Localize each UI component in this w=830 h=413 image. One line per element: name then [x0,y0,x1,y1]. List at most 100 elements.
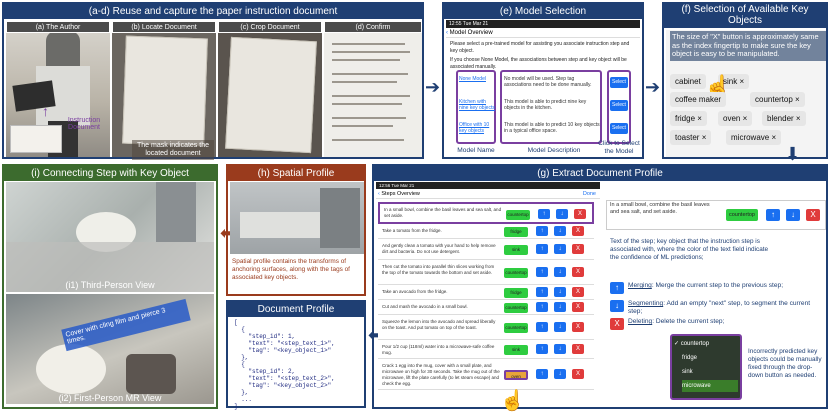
select-button-0[interactable]: Select [610,77,628,88]
close-icon[interactable]: × [739,77,744,86]
zoom-merge-button[interactable]: ↑ [766,209,780,221]
merge-button[interactable]: ↑ [536,322,548,332]
step-text[interactable]: Pour 1/2 cup (118ml) water into a microw… [382,344,500,356]
step-tag-field[interactable]: countertop [506,210,530,220]
back-chevron-icon[interactable]: ‹ [378,191,380,197]
step-text[interactable]: Then cut the tomato into parallel thin s… [382,264,500,276]
delete-button[interactable]: X [574,209,586,219]
merge-button[interactable]: ↑ [536,244,548,254]
close-icon[interactable]: × [771,133,776,142]
close-icon[interactable]: × [702,133,707,142]
step-tag-field[interactable]: oven [504,370,528,380]
tag-oven[interactable]: oven × [718,111,753,126]
merge-button[interactable]: ↑ [536,344,548,354]
merge-button[interactable]: ↑ [536,369,548,379]
step-tag-field[interactable]: sink [504,245,528,255]
mask-caption: The mask indicates the located document [132,140,214,160]
delete-button[interactable]: X [572,267,584,277]
step-text[interactable]: Squeeze the lemon into the avocado and s… [382,319,500,331]
delete-button[interactable]: X [572,369,584,379]
tag-cabinet[interactable]: cabinet [670,74,706,89]
merge-button[interactable]: ↑ [536,302,548,312]
tag-fridge[interactable]: fridge × [670,111,707,126]
hand-pointer-icon: ☝ [500,390,525,412]
close-icon[interactable]: × [697,114,702,123]
connecting-title: (i) Connecting Step with Key Object [4,166,216,181]
check-icon: ✓ [674,341,681,347]
delete-button[interactable]: X [572,344,584,354]
step-text[interactable]: Take an avocado from the fridge. [382,289,500,295]
close-icon[interactable]: × [743,114,748,123]
step-text[interactable]: Crack 1 egg into the mug, cover with a s… [382,363,500,387]
model-desc-2: This model is able to predict 10 key obj… [504,122,600,134]
model-name-2[interactable]: Office with 10 key objects [459,122,495,134]
segment-button[interactable]: ↓ [554,267,566,277]
step-text[interactable]: In a small bowl, combine the basil leave… [384,207,502,219]
step-tag-field[interactable]: countertop [504,268,528,278]
arrow-down-icon: ⬇ [785,144,801,164]
merge-button[interactable]: ↑ [536,287,548,297]
segment-button[interactable]: ↓ [554,369,566,379]
tag-toaster[interactable]: toaster × [670,130,712,145]
extract-title: (g) Extract Document Profile [374,166,826,181]
connecting-panel: (i) Connecting Step with Key Object (i1)… [2,164,218,409]
step-tag-field[interactable]: fridge [504,288,528,298]
spatial-title: (h) Spatial Profile [228,166,364,181]
step-row: In a small bowl, combine the basil leave… [378,202,594,224]
segment-button[interactable]: ↓ [554,287,566,297]
step-tag-field[interactable]: countertop [504,303,528,313]
zoom-tag-field[interactable]: countertop [726,209,758,221]
model-desc-1: This model is able to predict nine key o… [504,99,587,111]
dropdown-item-microwave[interactable]: microwave [682,380,738,392]
spatial-photo [230,182,364,254]
step-text[interactable]: Take a tomato from the fridge. [382,228,500,234]
segment-button[interactable]: ↓ [554,344,566,354]
zoom-delete-button[interactable]: X [806,209,820,221]
dropdown-item-sink[interactable]: sink [682,366,738,378]
zoom-step-text[interactable]: In a small bowl, combine the basil leave… [610,202,720,216]
model-name-label: Model Name [457,147,495,154]
step-row: And gently clean a tomato with your hand… [378,240,594,260]
dropdown-item-fridge[interactable]: fridge [682,352,738,364]
model-name-0[interactable]: None Model [459,76,495,82]
close-icon[interactable]: × [795,95,800,104]
step-tag-field[interactable]: sink [504,345,528,355]
tag-countertop[interactable]: countertop × [750,92,805,107]
done-button[interactable]: Done [583,189,596,199]
segment-button[interactable]: ↓ [556,209,568,219]
segment-button[interactable]: ↓ [554,226,566,236]
tag-coffee-maker[interactable]: coffee maker [670,92,727,107]
step-text[interactable]: And gently clean a tomato with your hand… [382,243,500,255]
model-name-1[interactable]: Kitchen with nine key objects [459,99,495,111]
delete-button[interactable]: X [572,322,584,332]
tag-blender[interactable]: blender × [762,111,806,126]
close-icon[interactable]: × [796,114,801,123]
arrow-right-icon: ➔ [645,77,661,97]
step-tag-field[interactable]: fridge [504,227,528,237]
step-tag-field[interactable]: countertop [504,323,528,333]
segment-button[interactable]: ↓ [554,322,566,332]
delete-button[interactable]: X [572,302,584,312]
merge-button[interactable]: ↑ [538,209,550,219]
delete-button[interactable]: X [572,226,584,236]
status-bar: 12:55 Tue Mar 21 [446,20,640,28]
confirm-photo [324,21,422,157]
author-photo: ↑ Instruction Document [6,21,110,157]
back-chevron-icon[interactable]: ‹ [446,30,448,36]
key-objects-title: (f) Selection of Available Key Objects [664,4,826,28]
segment-button[interactable]: ↓ [554,244,566,254]
delete-button[interactable]: X [572,287,584,297]
select-button-1[interactable]: Select [610,100,628,111]
dropdown-item-countertop[interactable]: ✓ countertop [674,338,738,350]
tag-microwave[interactable]: microwave × [726,130,782,145]
third-person-photo [6,182,214,292]
delete-button[interactable]: X [572,244,584,254]
merge-button[interactable]: ↑ [536,226,548,236]
select-button-2[interactable]: Select [610,123,628,134]
segment-button[interactable]: ↓ [554,302,566,312]
merge-button[interactable]: ↑ [536,267,548,277]
nav-title: ‹ Model Overview [446,28,640,38]
zoom-segment-button[interactable]: ↓ [786,209,800,221]
step-text[interactable]: Cut and mash the avocado in a small bowl… [382,304,500,310]
arrow-icon: ↑ [42,103,49,119]
